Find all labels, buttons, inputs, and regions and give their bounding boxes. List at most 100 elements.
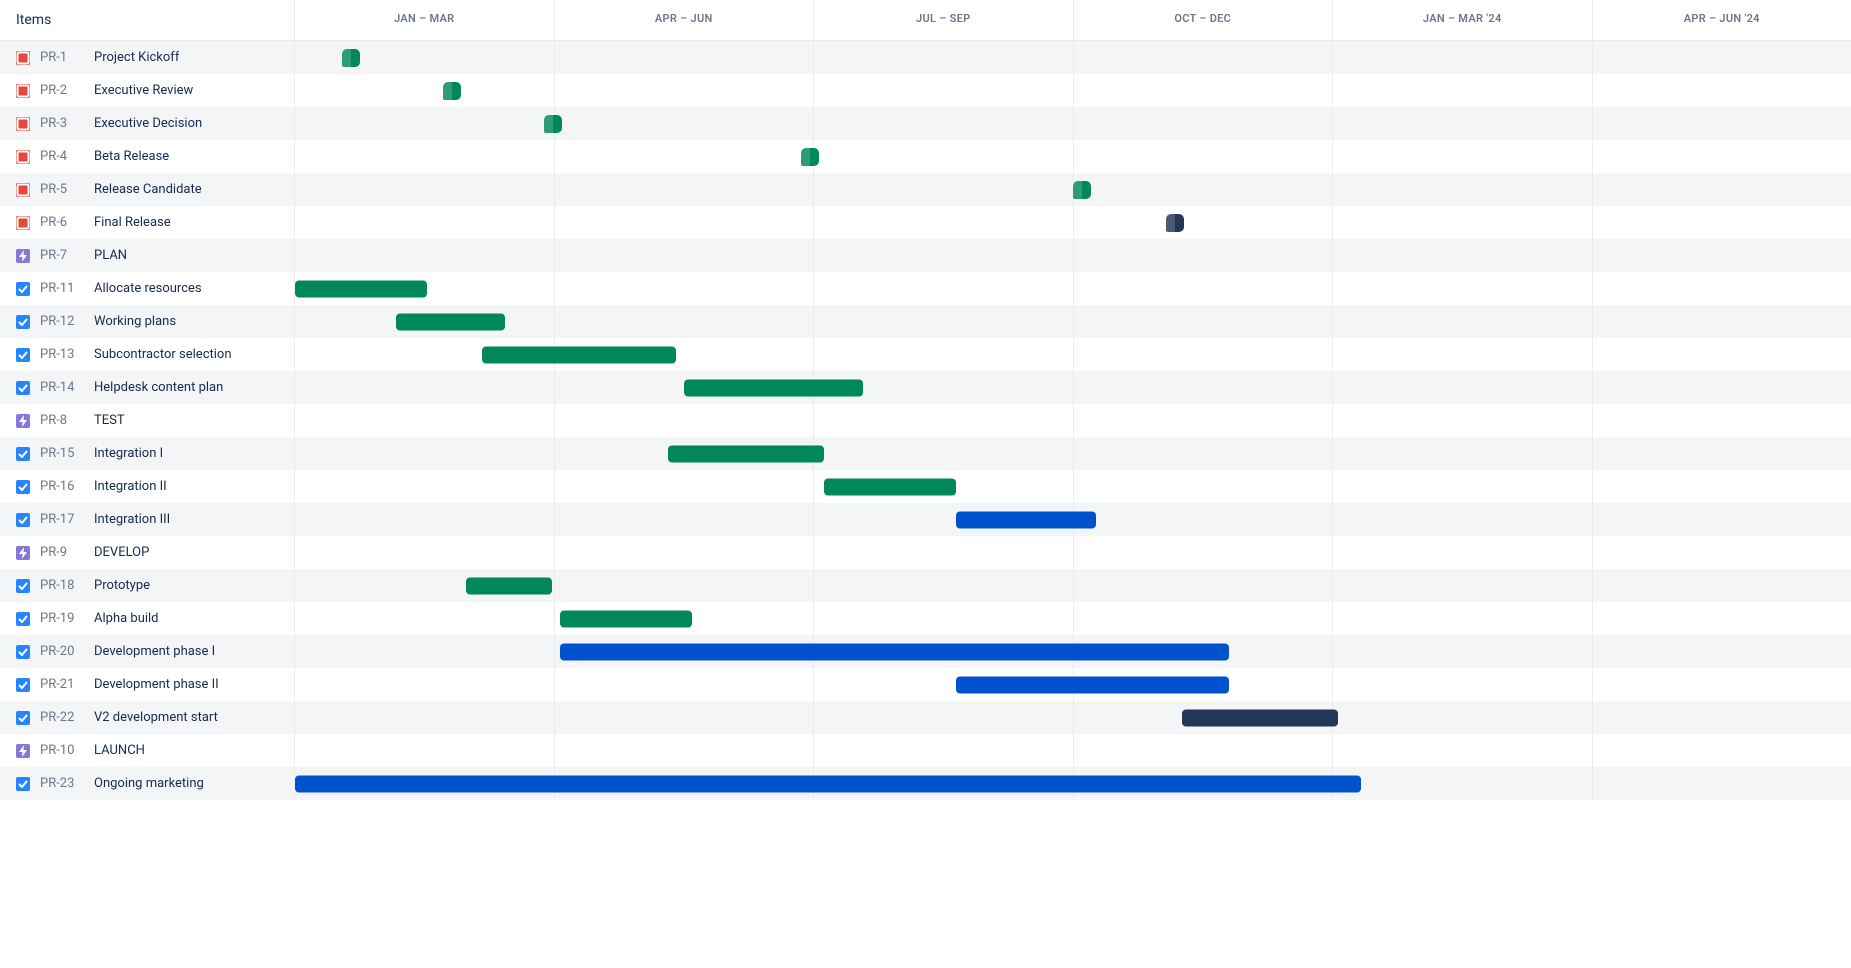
issue-item[interactable]: PR-22V2 development start xyxy=(0,701,295,734)
timeline-grid xyxy=(295,107,1851,140)
issue-summary: Integration I xyxy=(94,446,163,461)
timeline-milestone[interactable] xyxy=(1166,214,1184,232)
issue-item[interactable]: PR-17Integration III xyxy=(0,503,295,536)
roadmap-row: PR-9DEVELOP xyxy=(0,536,1851,569)
task-icon xyxy=(16,678,30,692)
issue-key[interactable]: PR-9 xyxy=(40,545,84,560)
issue-item[interactable]: PR-2 Executive Review xyxy=(0,74,295,107)
issue-key[interactable]: PR-6 xyxy=(40,215,84,230)
timeline-bar[interactable] xyxy=(1182,709,1338,726)
issue-item[interactable]: PR-12Working plans xyxy=(0,305,295,338)
timeline-cell xyxy=(295,107,1851,140)
task-icon xyxy=(16,381,30,395)
timeline-milestone[interactable] xyxy=(544,115,562,133)
timeline-milestone[interactable] xyxy=(1073,181,1091,199)
milestone-icon xyxy=(16,117,30,131)
issue-item[interactable]: PR-18Prototype xyxy=(0,569,295,602)
roadmap-row: PR-21Development phase II xyxy=(0,668,1851,701)
timeline-bar[interactable] xyxy=(684,379,863,396)
timeline-cell xyxy=(295,437,1851,470)
issue-item[interactable]: PR-7PLAN xyxy=(0,239,295,272)
issue-key[interactable]: PR-2 xyxy=(40,83,84,98)
issue-item[interactable]: PR-14Helpdesk content plan xyxy=(0,371,295,404)
issue-key[interactable]: PR-7 xyxy=(40,248,84,263)
timeline-bar[interactable] xyxy=(956,511,1096,528)
issue-key[interactable]: PR-16 xyxy=(40,479,84,494)
issue-key[interactable]: PR-18 xyxy=(40,578,84,593)
issue-key[interactable]: PR-15 xyxy=(40,446,84,461)
issue-item[interactable]: PR-16Integration II xyxy=(0,470,295,503)
issue-item[interactable]: PR-10 LAUNCH xyxy=(0,734,295,767)
issue-key[interactable]: PR-4 xyxy=(40,149,84,164)
timeline-milestone[interactable] xyxy=(342,49,360,67)
timeline-bar[interactable] xyxy=(295,280,427,297)
issue-key[interactable]: PR-11 xyxy=(40,281,84,296)
issue-summary: Executive Review xyxy=(94,83,193,98)
timeline-bar[interactable] xyxy=(560,610,692,627)
timeline-bar[interactable] xyxy=(482,346,677,363)
timeline-cell xyxy=(295,404,1851,437)
issue-item[interactable]: PR-9DEVELOP xyxy=(0,536,295,569)
issue-item[interactable]: PR-23 Ongoing marketing xyxy=(0,767,295,800)
issue-summary: Ongoing marketing xyxy=(94,776,204,791)
issue-item[interactable]: PR-6Final Release xyxy=(0,206,295,239)
issue-item[interactable]: PR-21Development phase II xyxy=(0,668,295,701)
issue-key[interactable]: PR-23 xyxy=(40,776,84,791)
issue-item[interactable]: PR-19 Alpha build xyxy=(0,602,295,635)
issue-item[interactable]: PR-4Beta Release xyxy=(0,140,295,173)
issue-item[interactable]: PR-3Executive Decision xyxy=(0,107,295,140)
task-icon xyxy=(16,447,30,461)
roadmap-row: PR-10 LAUNCH xyxy=(0,734,1851,767)
roadmap-row: PR-18Prototype xyxy=(0,569,1851,602)
timeline-grid xyxy=(295,536,1851,569)
milestone-icon xyxy=(16,51,30,65)
timeline-cell xyxy=(295,536,1851,569)
timeline-milestone[interactable] xyxy=(443,82,461,100)
issue-key[interactable]: PR-22 xyxy=(40,710,84,725)
timeline-milestone[interactable] xyxy=(801,148,819,166)
issue-summary: Subcontractor selection xyxy=(94,347,232,362)
issue-summary: Development phase I xyxy=(94,644,215,659)
issue-key[interactable]: PR-1 xyxy=(40,50,84,65)
issue-item[interactable]: PR-5Release Candidate xyxy=(0,173,295,206)
issue-key[interactable]: PR-19 xyxy=(40,611,84,626)
timeline-bar[interactable] xyxy=(824,478,956,495)
issue-key[interactable]: PR-10 xyxy=(40,743,84,758)
timeline-grid xyxy=(295,602,1851,635)
epic-icon xyxy=(16,546,30,560)
period-header: APR – JUN '24 xyxy=(1593,0,1851,40)
timeline-bar[interactable] xyxy=(956,676,1228,693)
issue-key[interactable]: PR-14 xyxy=(40,380,84,395)
issue-key[interactable]: PR-3 xyxy=(40,116,84,131)
roadmap-row: PR-19 Alpha build xyxy=(0,602,1851,635)
timeline-header: JAN – MARAPR – JUNJUL – SEPOCT – DECJAN … xyxy=(295,0,1851,40)
issue-key[interactable]: PR-20 xyxy=(40,644,84,659)
issue-summary: LAUNCH xyxy=(94,743,145,758)
roadmap-header: Items JAN – MARAPR – JUNJUL – SEPOCT – D… xyxy=(0,0,1851,41)
issue-item[interactable]: PR-1Project Kickoff xyxy=(0,41,295,74)
roadmap-row: PR-14Helpdesk content plan xyxy=(0,371,1851,404)
issue-key[interactable]: PR-17 xyxy=(40,512,84,527)
timeline-cell xyxy=(295,371,1851,404)
issue-key[interactable]: PR-5 xyxy=(40,182,84,197)
issue-key[interactable]: PR-13 xyxy=(40,347,84,362)
roadmap-row: PR-17Integration III xyxy=(0,503,1851,536)
timeline-bar[interactable] xyxy=(668,445,824,462)
issue-item[interactable]: PR-8TEST xyxy=(0,404,295,437)
timeline-bar[interactable] xyxy=(560,643,1229,660)
timeline-cell xyxy=(295,74,1851,107)
issue-item[interactable]: PR-15 Integration I xyxy=(0,437,295,470)
issue-item[interactable]: PR-20 Development phase I xyxy=(0,635,295,668)
timeline-bar[interactable] xyxy=(466,577,552,594)
issue-key[interactable]: PR-21 xyxy=(40,677,84,692)
issue-key[interactable]: PR-8 xyxy=(40,413,84,428)
roadmap-row: PR-23 Ongoing marketing xyxy=(0,767,1851,800)
task-icon xyxy=(16,348,30,362)
timeline-bar[interactable] xyxy=(396,313,505,330)
issue-item[interactable]: PR-13 Subcontractor selection xyxy=(0,338,295,371)
issue-item[interactable]: PR-11Allocate resources xyxy=(0,272,295,305)
timeline-bar[interactable] xyxy=(295,775,1361,792)
issue-summary: Alpha build xyxy=(94,611,159,626)
issue-key[interactable]: PR-12 xyxy=(40,314,84,329)
timeline-grid xyxy=(295,74,1851,107)
